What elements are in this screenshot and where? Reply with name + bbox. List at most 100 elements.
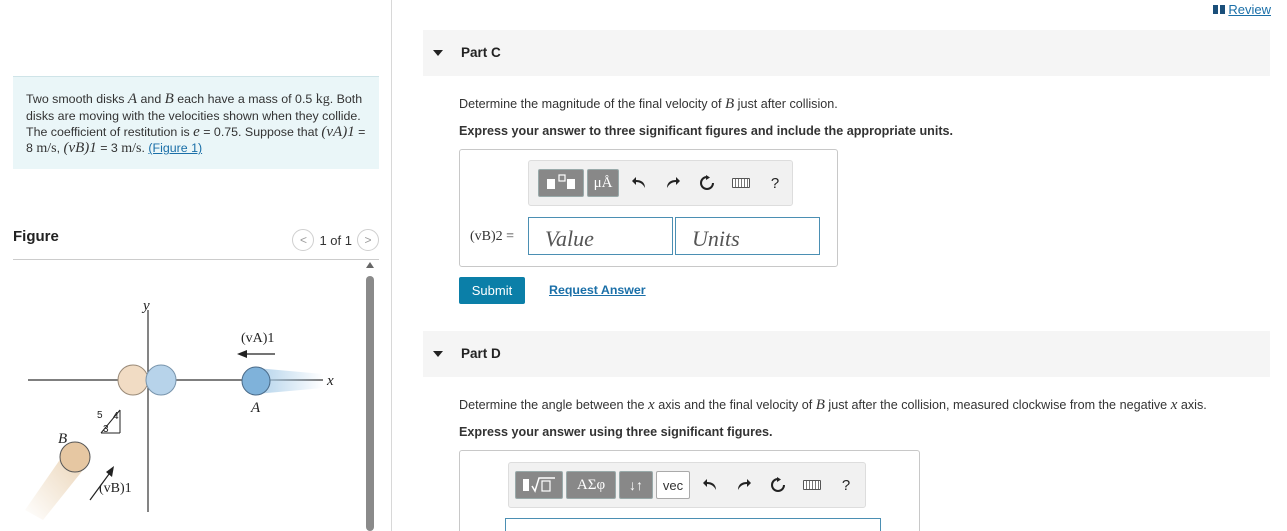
templates-button[interactable] xyxy=(515,471,563,499)
part-c-toolbar: μÅ ? xyxy=(528,160,793,206)
question-text: axis. xyxy=(1177,398,1207,412)
y-axis-label: y xyxy=(141,298,150,314)
reset-icon xyxy=(771,477,785,492)
help-button[interactable]: ? xyxy=(758,169,792,197)
part-c-label: Part C xyxy=(461,45,501,60)
reset-button[interactable] xyxy=(761,471,795,499)
keyboard-button[interactable] xyxy=(724,169,758,197)
templates-button[interactable] xyxy=(538,169,584,197)
request-answer-link[interactable]: Request Answer xyxy=(549,283,646,297)
part-c-answer-box: μÅ ? (vB)2 = xyxy=(459,149,838,267)
reset-icon xyxy=(700,175,714,190)
disk-b-symbol: B xyxy=(164,91,174,107)
question-text: just after the collision, measured clock… xyxy=(824,398,1171,412)
greek-symbols-label: ΑΣφ xyxy=(576,476,606,493)
restitution-symbol: e xyxy=(193,124,200,140)
undo-button[interactable] xyxy=(693,471,727,499)
scrollbar-thumb[interactable] xyxy=(366,276,374,531)
undo-button[interactable] xyxy=(622,169,656,197)
figure-next-button[interactable]: > xyxy=(357,229,379,251)
sort-button[interactable]: ↓↑ xyxy=(619,471,653,499)
help-icon: ? xyxy=(841,476,851,494)
problem-statement: Two smooth disks A and B each have a mas… xyxy=(13,76,379,169)
angle-input[interactable] xyxy=(505,518,881,531)
va1-label: (vA)1 xyxy=(241,331,274,346)
help-button[interactable]: ? xyxy=(829,471,863,499)
question-text: Determine the magnitude of the final vel… xyxy=(459,97,726,111)
collision-figure: y x A (vA)1 B 5 4 3 (vB)1 xyxy=(25,298,334,520)
redo-icon xyxy=(738,479,751,490)
vector-button[interactable]: vec xyxy=(656,471,690,499)
question-text: axis and the final velocity of xyxy=(654,398,816,412)
problem-text: each have a mass of 0.5 xyxy=(173,92,316,106)
disk-b-collision-position xyxy=(117,364,149,396)
part-c-instruction: Express your answer to three significant… xyxy=(459,124,954,138)
question-text: just after collision. xyxy=(734,97,838,111)
help-icon: ? xyxy=(770,174,780,192)
part-d-question: Determine the angle between the x axis a… xyxy=(459,397,1207,414)
review-link[interactable]: Review xyxy=(1213,2,1271,17)
units-button-label: μÅ xyxy=(593,174,613,191)
redo-button[interactable] xyxy=(727,471,761,499)
submit-button[interactable]: Submit xyxy=(459,277,525,304)
value-input[interactable] xyxy=(528,217,673,255)
redo-button[interactable] xyxy=(656,169,690,197)
vb1-label: (vB)1 xyxy=(99,481,132,496)
va1-unit: m/s xyxy=(36,141,57,156)
undo-icon xyxy=(703,479,716,490)
triangle-run-label: 3 xyxy=(103,424,109,435)
book-icon xyxy=(1213,5,1226,14)
part-d-toolbar: ΑΣφ ↓↑ vec ? xyxy=(508,462,866,508)
vb1-value: = 3 xyxy=(96,141,122,155)
disk-a-label: A xyxy=(250,400,261,416)
vb-arrowhead-icon xyxy=(106,466,114,477)
disk-a-symbol: A xyxy=(127,91,138,107)
keyboard-icon xyxy=(803,480,821,490)
sqrt-template-icon xyxy=(523,477,555,493)
x-axis-label: x xyxy=(326,373,334,389)
answer-panel: Review Part C Determine the magnitude of… xyxy=(393,0,1287,531)
vb1-unit: m/s xyxy=(121,141,142,156)
figure-header: Figure < 1 of 1 > xyxy=(13,226,379,260)
vb2-label: (vB)2 = xyxy=(470,229,515,244)
caret-down-icon xyxy=(433,351,443,357)
reset-button[interactable] xyxy=(690,169,724,197)
part-c-header[interactable]: Part C xyxy=(423,30,1270,76)
keyboard-button[interactable] xyxy=(795,471,829,499)
chevron-right-icon: > xyxy=(364,233,372,247)
units-input[interactable] xyxy=(675,217,820,255)
sort-icon: ↓↑ xyxy=(629,477,643,493)
figure-pagination: < 1 of 1 > xyxy=(292,229,379,251)
problem-panel: Two smooth disks A and B each have a mas… xyxy=(0,0,392,531)
figure-scrollbar[interactable] xyxy=(365,262,375,531)
question-text: Determine the angle between the xyxy=(459,398,649,412)
greek-symbols-button[interactable]: ΑΣφ xyxy=(566,471,616,499)
problem-text: = 0.75. Suppose that xyxy=(199,125,322,139)
vb1-symbol: (vB)1 xyxy=(63,140,97,156)
va-arrowhead-icon xyxy=(237,350,247,358)
problem-text: and xyxy=(137,92,165,106)
undo-icon xyxy=(632,177,645,188)
disk-a-collision-position xyxy=(145,364,177,396)
part-d-instruction: Express your answer using three signific… xyxy=(459,425,773,439)
disk-a xyxy=(241,366,271,396)
figure-counter: 1 of 1 xyxy=(319,232,352,248)
triangle-rise-label: 4 xyxy=(113,411,119,422)
disk-b-label: B xyxy=(58,431,67,447)
review-link-label: Review xyxy=(1228,2,1271,17)
figure-prev-button[interactable]: < xyxy=(292,229,315,251)
part-d-header[interactable]: Part D xyxy=(423,331,1270,377)
x-symbol: x xyxy=(648,397,655,413)
figure-link[interactable]: (Figure 1) xyxy=(148,141,202,155)
units-button[interactable]: μÅ xyxy=(587,169,619,197)
templates-icon xyxy=(547,174,575,189)
mass-unit: kg xyxy=(315,92,330,107)
vector-button-label: vec xyxy=(662,477,684,493)
part-d-answer-box: ΑΣφ ↓↑ vec ? xyxy=(459,450,920,531)
redo-icon xyxy=(667,177,680,188)
triangle-hypotenuse-label: 5 xyxy=(97,410,103,421)
figure-title: Figure xyxy=(13,228,59,245)
scroll-up-icon[interactable] xyxy=(366,262,374,268)
problem-text: Two smooth disks xyxy=(26,92,128,106)
part-d-label: Part D xyxy=(461,346,501,361)
